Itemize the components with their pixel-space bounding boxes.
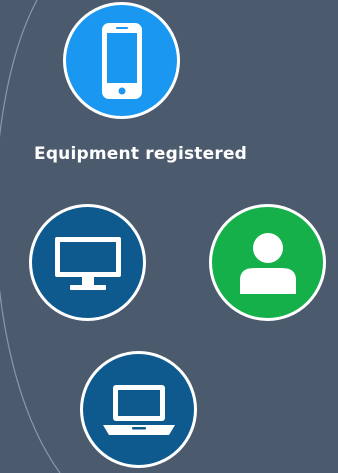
- laptop-node[interactable]: [80, 351, 197, 468]
- smartphone-node[interactable]: [63, 2, 180, 119]
- laptop-icon: [102, 384, 175, 435]
- user-icon: [239, 232, 296, 294]
- smartphone-icon: [101, 22, 142, 99]
- monitor-node[interactable]: [29, 204, 146, 321]
- monitor-icon: [54, 236, 121, 290]
- equipment-registered-label: Equipment registered: [34, 144, 248, 164]
- user-node[interactable]: [209, 204, 326, 321]
